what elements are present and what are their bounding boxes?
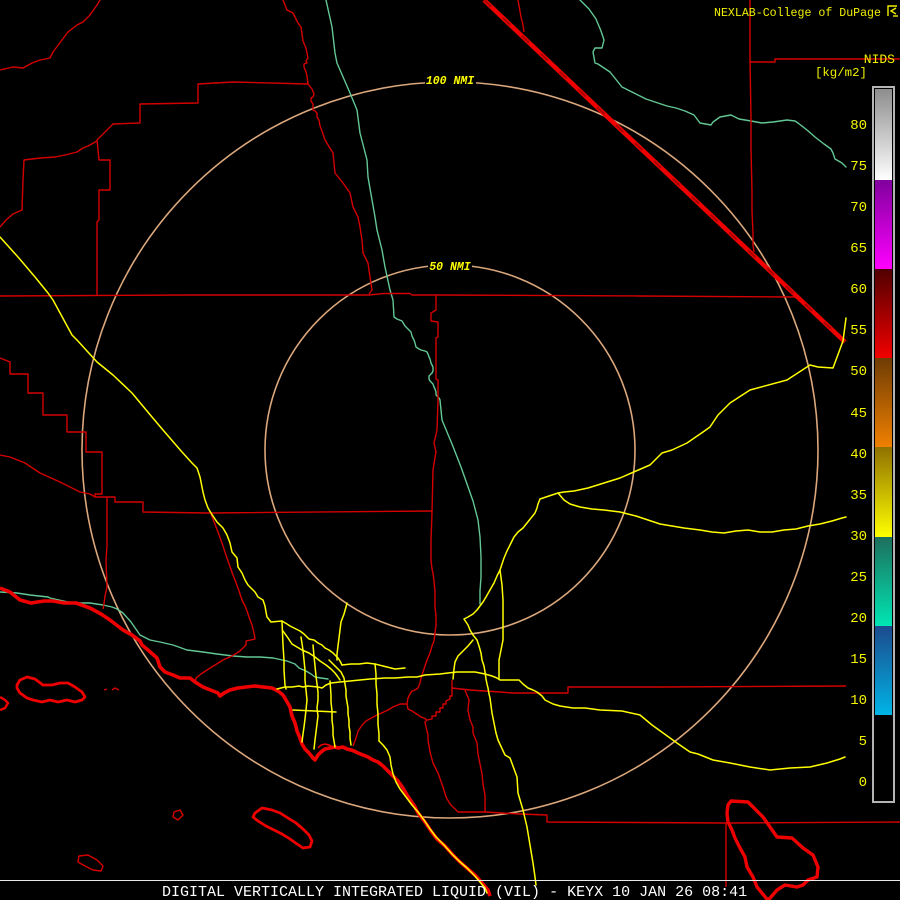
svg-text:80: 80 — [850, 118, 867, 134]
svg-text:10: 10 — [850, 693, 867, 709]
svg-text:55: 55 — [850, 323, 867, 339]
svg-text:DIGITAL VERTICALLY INTEGRATED: DIGITAL VERTICALLY INTEGRATED LIQUID (VI… — [162, 884, 747, 900]
svg-text:50: 50 — [850, 364, 867, 380]
svg-text:35: 35 — [850, 488, 867, 504]
svg-text:50 NMI: 50 NMI — [429, 261, 471, 274]
svg-text:45: 45 — [850, 406, 867, 422]
svg-text:60: 60 — [850, 282, 867, 298]
svg-text:NEXLAB-College of DuPage: NEXLAB-College of DuPage — [714, 7, 881, 20]
svg-text:75: 75 — [850, 159, 867, 175]
svg-text:15: 15 — [850, 652, 867, 668]
svg-text:0: 0 — [859, 775, 867, 791]
svg-text:20: 20 — [850, 611, 867, 627]
svg-text:40: 40 — [850, 447, 867, 463]
svg-text:NIDS: NIDS — [864, 52, 895, 67]
svg-text:30: 30 — [850, 529, 867, 545]
svg-text:65: 65 — [850, 241, 867, 257]
svg-text:5: 5 — [859, 734, 867, 750]
svg-text:100 NMI: 100 NMI — [426, 75, 474, 88]
svg-text:25: 25 — [850, 570, 867, 586]
svg-text:70: 70 — [850, 200, 867, 216]
svg-text:[kg/m2]: [kg/m2] — [815, 66, 867, 80]
